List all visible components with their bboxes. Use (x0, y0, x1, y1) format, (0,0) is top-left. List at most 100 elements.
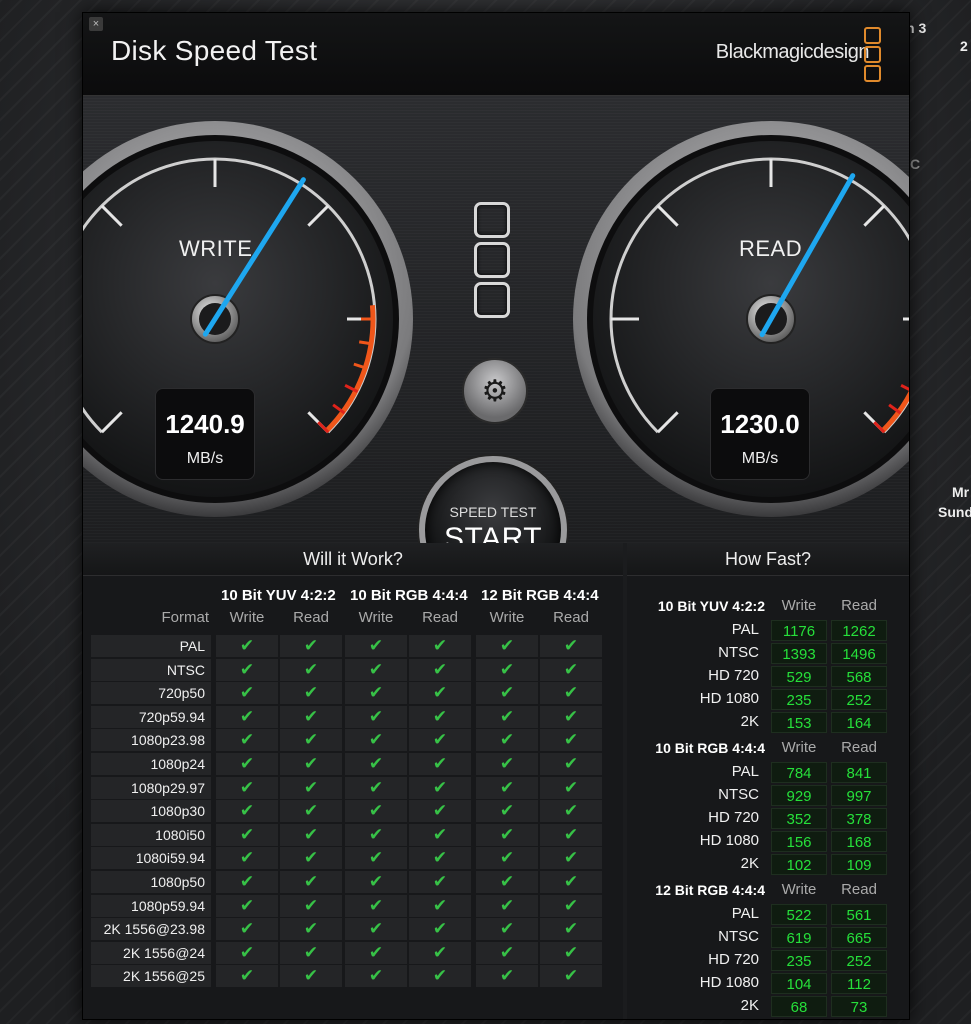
table-row: HD 720 235 252 (627, 949, 909, 971)
format-label: 2K 1556@23.98 (91, 918, 211, 941)
check-icon: ✔ (345, 965, 407, 988)
table-row: 1080p59.94 ✔ ✔ ✔ ✔ ✔ ✔ (91, 894, 605, 919)
check-icon: ✔ (476, 635, 538, 657)
format-label: 1080p23.98 (91, 729, 211, 752)
check-icon: ✔ (280, 729, 342, 752)
check-icon: ✔ (280, 870, 342, 893)
check-icon: ✔ (540, 705, 602, 728)
check-icon: ✔ (345, 918, 407, 941)
start-button-caption: SPEED TEST (449, 504, 537, 520)
table-row: 2K 1556@23.98 ✔ ✔ ✔ ✔ ✔ ✔ (91, 918, 605, 942)
table-row: 2K 153 164 (627, 711, 909, 733)
format-label: 1080p50 (91, 870, 211, 893)
app-title: Disk Speed Test (111, 35, 318, 66)
check-icon: ✔ (409, 870, 471, 893)
check-icon: ✔ (540, 823, 602, 846)
check-icon: ✔ (476, 870, 538, 893)
read-column-header: Read (293, 609, 329, 626)
table-row: 720p59.94 ✔ ✔ ✔ ✔ ✔ ✔ (91, 705, 605, 730)
check-icon: ✔ (216, 776, 278, 799)
check-icon: ✔ (280, 918, 342, 941)
check-icon: ✔ (345, 705, 407, 728)
check-icon: ✔ (409, 894, 471, 917)
check-icon: ✔ (216, 918, 278, 941)
format-label: 2K (740, 713, 759, 730)
read-speed-cell: 841 (831, 762, 887, 783)
table-row: HD 720 352 378 (627, 807, 909, 829)
table-row: NTSC 929 997 (627, 784, 909, 806)
read-speed-readout: 1230.0 MB/s (710, 388, 810, 480)
check-icon: ✔ (409, 800, 471, 823)
check-icon: ✔ (216, 752, 278, 775)
write-speed-cell: 1176 (771, 620, 827, 641)
read-speed-cell: 1496 (831, 643, 887, 664)
read-speed-cell: 378 (831, 808, 887, 829)
format-label: 1080i50 (91, 823, 211, 846)
blackmagic-logo-icon (474, 202, 510, 322)
settings-button[interactable]: ⚙ (462, 358, 528, 424)
check-icon: ✔ (409, 823, 471, 846)
how-fast-group-header: 10 Bit YUV 4:2:2 Write Read (627, 595, 909, 617)
check-icon: ✔ (540, 894, 602, 917)
write-column-header: Write (781, 881, 817, 898)
check-icon: ✔ (476, 800, 538, 823)
table-row: 1080p23.98 ✔ ✔ ✔ ✔ ✔ ✔ (91, 729, 605, 753)
group-name: 10 Bit YUV 4:2:2 (657, 598, 765, 614)
check-icon: ✔ (345, 941, 407, 964)
write-column-header: Write (781, 597, 817, 614)
group-header: 10 Bit YUV 4:2:2 (221, 587, 336, 604)
format-column-header: Format (161, 609, 209, 626)
check-icon: ✔ (345, 682, 407, 705)
check-icon: ✔ (476, 658, 538, 681)
write-speed-cell: 153 (771, 712, 827, 733)
group-name: 10 Bit RGB 4:4:4 (655, 740, 765, 756)
table-row: 1080i50 ✔ ✔ ✔ ✔ ✔ ✔ (91, 823, 605, 848)
check-icon: ✔ (409, 705, 471, 728)
format-label: NTSC (91, 658, 211, 681)
table-row: NTSC 1393 1496 (627, 642, 909, 664)
check-icon: ✔ (280, 894, 342, 917)
write-speed-cell: 156 (771, 831, 827, 852)
check-icon: ✔ (476, 752, 538, 775)
check-icon: ✔ (476, 776, 538, 799)
read-speed-cell: 561 (831, 904, 887, 925)
check-icon: ✔ (476, 965, 538, 988)
format-label: HD 1080 (699, 974, 759, 991)
check-icon: ✔ (540, 658, 602, 681)
format-label: HD 1080 (699, 690, 759, 707)
write-speed-cell: 102 (771, 854, 827, 875)
write-speed-cell: 929 (771, 785, 827, 806)
read-speed-value: 1230.0 (720, 409, 800, 439)
write-speed-cell: 235 (771, 689, 827, 710)
table-row: 720p50 ✔ ✔ ✔ ✔ ✔ ✔ (91, 682, 605, 706)
format-label: 1080p59.94 (91, 894, 211, 917)
check-icon: ✔ (216, 729, 278, 752)
check-icon: ✔ (540, 941, 602, 964)
format-label: 1080p30 (91, 800, 211, 823)
read-speed-cell: 252 (831, 689, 887, 710)
desktop-text: 2 (960, 38, 968, 54)
format-label: PAL (731, 905, 759, 922)
table-row: 2K 68 73 (627, 995, 909, 1017)
format-label: NTSC (718, 644, 759, 661)
check-icon: ✔ (409, 941, 471, 964)
check-icon: ✔ (216, 823, 278, 846)
check-icon: ✔ (345, 752, 407, 775)
desktop-text: Sund (938, 504, 971, 520)
check-icon: ✔ (409, 682, 471, 705)
check-icon: ✔ (216, 965, 278, 988)
read-column-header: Read (841, 881, 877, 898)
write-gauge-label: WRITE (179, 236, 253, 261)
check-icon: ✔ (540, 965, 602, 988)
write-speed-cell: 522 (771, 904, 827, 925)
group-header: 10 Bit RGB 4:4:4 (350, 587, 468, 604)
check-icon: ✔ (540, 800, 602, 823)
write-column-header: Write (229, 609, 265, 626)
check-icon: ✔ (476, 823, 538, 846)
read-speed-cell: 73 (831, 996, 887, 1017)
check-icon: ✔ (540, 776, 602, 799)
table-row: HD 1080 104 112 (627, 972, 909, 994)
check-icon: ✔ (476, 918, 538, 941)
close-button[interactable]: × (89, 17, 103, 31)
table-row: PAL 1176 1262 (627, 619, 909, 641)
